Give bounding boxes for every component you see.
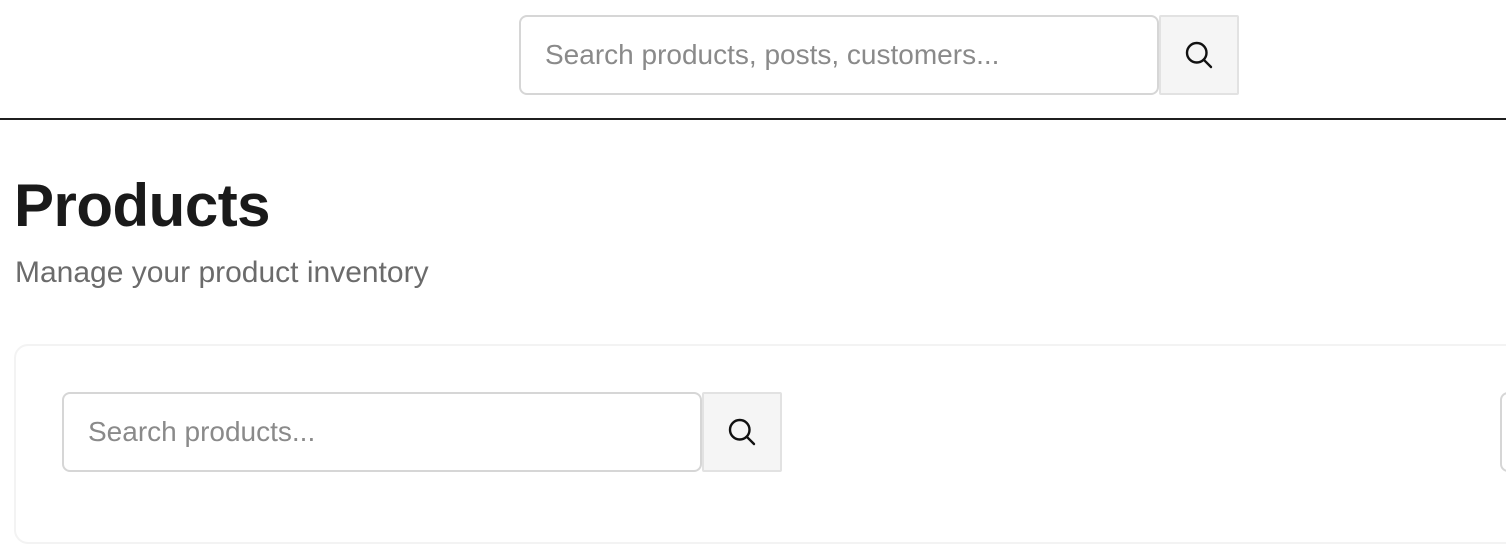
search-icon: [1185, 41, 1213, 69]
product-search: [62, 392, 782, 472]
product-search-input[interactable]: [62, 392, 702, 472]
toolbar-control-clipped[interactable]: [1500, 392, 1506, 472]
search-icon: [728, 418, 756, 446]
page-title: Products: [14, 172, 271, 239]
global-search-input[interactable]: [519, 15, 1159, 95]
global-search: [519, 15, 1239, 95]
product-search-button[interactable]: [702, 392, 782, 472]
global-search-button[interactable]: [1159, 15, 1239, 95]
top-bar: [0, 0, 1506, 120]
page-subtitle: Manage your product inventory: [15, 256, 429, 289]
